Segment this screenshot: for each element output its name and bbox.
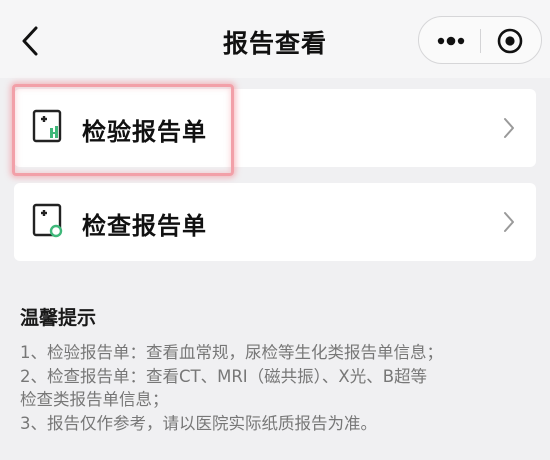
- exam-report-icon: [32, 203, 63, 238]
- lab-report-entry[interactable]: 检验报告单: [14, 89, 536, 167]
- chevron-right-icon: [504, 212, 514, 232]
- navigation-bar: 报告查看: [0, 0, 550, 78]
- lab-report-label: 检验报告单: [82, 118, 207, 146]
- lab-report-icon: [32, 109, 62, 143]
- tip-line: 1、检验报告单：查看血常规，尿检等生化类报告单信息；: [20, 343, 443, 362]
- tip-line: 3、报告仅作参考，请以医院实际纸质报告为准。: [20, 414, 377, 433]
- exam-report-label: 检查报告单: [82, 212, 207, 240]
- chevron-right-icon: [504, 118, 514, 138]
- target-close-icon[interactable]: [495, 27, 525, 55]
- capsule-divider: [480, 29, 481, 53]
- more-dots-icon[interactable]: [433, 30, 469, 52]
- mini-program-capsule: [418, 16, 542, 64]
- tip-line: 检查类报告单信息；: [20, 390, 169, 409]
- tip-line: 2、检查报告单：查看CT、MRI（磁共振）、X光、B超等: [20, 367, 428, 386]
- exam-report-entry[interactable]: 检查报告单: [14, 183, 536, 261]
- tips-title: 温馨提示: [20, 307, 97, 329]
